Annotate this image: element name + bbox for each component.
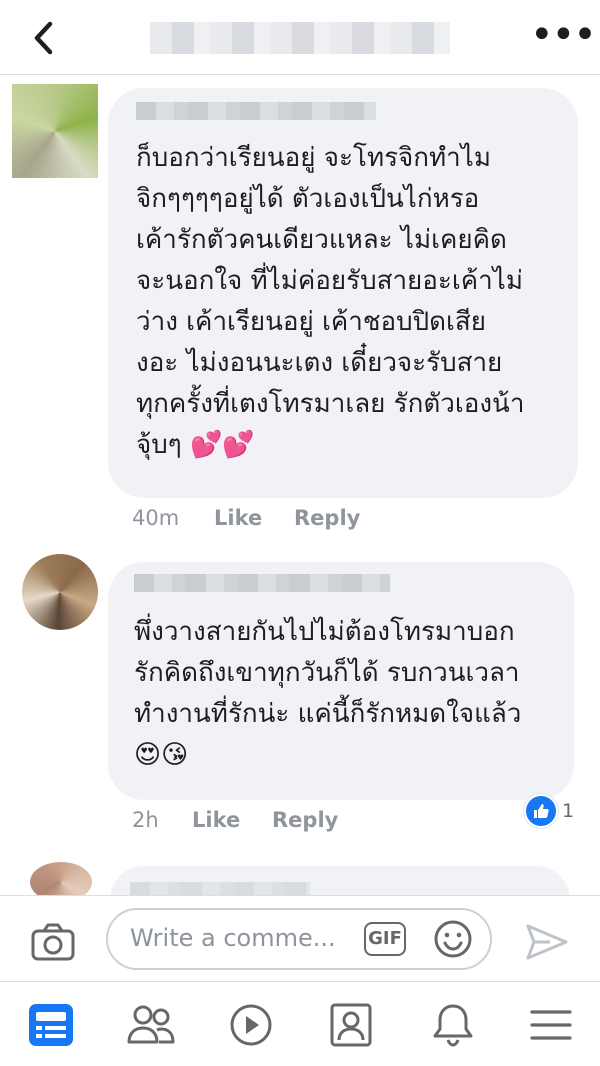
gif-button[interactable]: GIF [364, 922, 406, 956]
friends-icon[interactable] [126, 1002, 176, 1048]
comment-text: ก็บอกว่าเรียนอยู่ จะโทรจิกทำไม จิกๆๆๆๆอย… [136, 138, 566, 466]
comment-time: 2h [132, 808, 159, 832]
chevron-left-icon[interactable] [28, 18, 62, 58]
two-hearts-emoji: 💕 [222, 430, 255, 460]
comment-composer: Write a comme... GIF [0, 895, 600, 982]
smiley-icon[interactable] [432, 918, 474, 960]
avatar[interactable] [12, 84, 98, 178]
comment-bubble: พึ่งวางสายกันไปไม่ต้องโทรมาบอก รักคิดถึง… [108, 562, 574, 800]
camera-icon[interactable] [30, 922, 76, 962]
comment-input[interactable]: Write a comme... GIF [106, 908, 492, 970]
blurred-title [150, 22, 450, 54]
comment-bubble: ก็บอกว่าเรียนอยู่ จะโทรจิกทำไม จิกๆๆๆๆอย… [108, 88, 578, 498]
comment-actions: 2h Like Reply [0, 808, 600, 838]
heart-eyes-emoji: 😍 [134, 740, 162, 770]
profile-icon[interactable] [326, 1002, 376, 1048]
commenter-name-blurred[interactable] [136, 102, 376, 120]
like-button[interactable]: Like [192, 808, 240, 832]
commenter-name-blurred [130, 882, 310, 896]
news-feed-icon[interactable] [26, 1002, 76, 1048]
comment-text: พึ่งวางสายกันไปไม่ต้องโทรมาบอก รักคิดถึง… [134, 612, 564, 776]
watch-icon[interactable] [226, 1002, 276, 1048]
top-bar: ••• [0, 0, 600, 75]
two-hearts-emoji: 💕 [189, 430, 223, 460]
reply-button[interactable]: Reply [272, 808, 338, 832]
comment-actions: 40m Like Reply [0, 506, 600, 536]
comment-time: 40m [132, 506, 180, 530]
bottom-navigation [0, 981, 600, 1066]
notifications-icon[interactable] [428, 1002, 478, 1048]
commenter-name-blurred[interactable] [134, 574, 390, 592]
kissing-face-emoji: 😘 [161, 740, 189, 770]
send-icon[interactable] [524, 922, 570, 962]
like-button[interactable]: Like [214, 506, 262, 530]
avatar[interactable] [22, 554, 98, 630]
menu-icon[interactable] [526, 1002, 576, 1048]
comment-placeholder[interactable]: Write a comme... [130, 924, 336, 952]
reply-button[interactable]: Reply [294, 506, 360, 530]
more-horizontal-icon[interactable]: ••• [530, 15, 597, 55]
